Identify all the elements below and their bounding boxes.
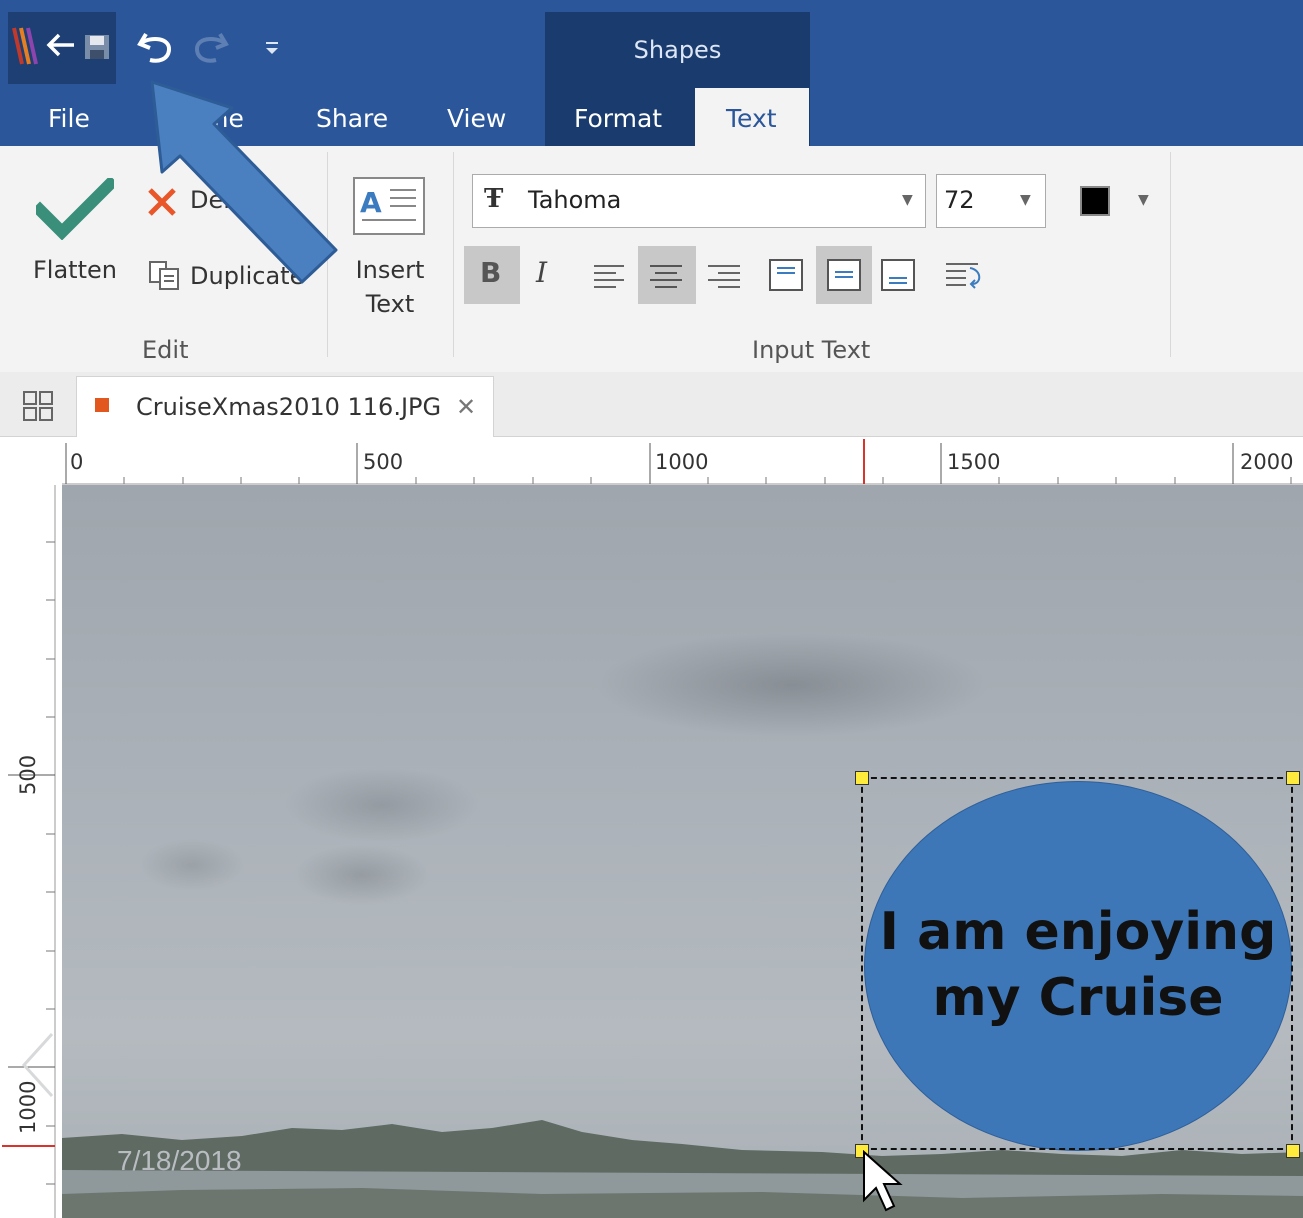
undo-icon[interactable] — [136, 28, 176, 66]
resize-handle[interactable] — [1286, 1144, 1300, 1158]
input-text-group-label: Input Text — [752, 336, 871, 364]
tab-text[interactable]: Text — [726, 104, 777, 133]
valign-top-icon[interactable] — [768, 258, 804, 294]
ribbon-separator — [1170, 152, 1171, 357]
italic-button[interactable]: I — [536, 256, 547, 289]
save-icon[interactable] — [82, 32, 112, 62]
resize-handle[interactable] — [855, 771, 869, 785]
align-center-icon[interactable] — [648, 260, 684, 292]
document-marker-icon — [95, 398, 109, 412]
tab-format[interactable]: Format — [574, 104, 662, 133]
chevron-left-icon[interactable] — [18, 1030, 58, 1100]
ruler-label-1500: 1500 — [947, 450, 1001, 474]
back-arrow-icon[interactable] — [44, 30, 78, 60]
selection-box[interactable] — [861, 777, 1293, 1150]
flatten-button[interactable]: Flatten — [33, 256, 117, 284]
ruler-label-1000: 1000 — [655, 450, 709, 474]
close-icon[interactable]: ✕ — [456, 393, 476, 421]
align-right-icon[interactable] — [706, 260, 742, 292]
insert-text-button-line2[interactable]: Text — [355, 290, 425, 318]
vruler-label-500: 500 — [16, 754, 40, 795]
chevron-down-icon[interactable]: ▼ — [1138, 192, 1149, 208]
mouse-cursor-icon — [863, 1150, 903, 1212]
tab-view[interactable]: View — [447, 104, 506, 133]
slide-date: 7/18/2018 — [117, 1145, 242, 1176]
font-size-value: 72 — [944, 186, 975, 214]
ruler-label-0: 0 — [70, 450, 84, 474]
chevron-down-icon[interactable]: ▼ — [1020, 192, 1031, 208]
insert-text-button-line1[interactable]: Insert — [355, 256, 425, 284]
font-icon: Ŧ — [484, 184, 504, 214]
insert-text-icon: A — [353, 177, 425, 235]
redo-icon[interactable] — [190, 28, 230, 66]
edit-group-label: Edit — [142, 336, 189, 364]
svg-text:A: A — [360, 186, 382, 219]
ruler-label-500: 500 — [363, 450, 404, 474]
ribbon-separator — [453, 152, 454, 357]
valign-bottom-icon[interactable] — [880, 258, 916, 294]
document-tab-title[interactable]: CruiseXmas2010 116.JPG — [136, 393, 441, 421]
font-family-value: Tahoma — [528, 186, 622, 214]
check-icon — [36, 178, 114, 240]
annotation-arrow-icon — [150, 80, 338, 284]
chevron-down-icon[interactable]: ▼ — [902, 192, 913, 208]
wrap-text-icon[interactable] — [944, 258, 984, 294]
grid-view-icon[interactable] — [22, 390, 54, 422]
text-color-swatch[interactable] — [1080, 186, 1110, 216]
horizontal-ruler-ticks — [62, 439, 1303, 485]
bold-button[interactable]: B — [480, 256, 501, 289]
ruler-label-2000: 2000 — [1240, 450, 1294, 474]
tab-file[interactable]: File — [48, 104, 90, 133]
contextual-group-title: Shapes — [633, 36, 722, 64]
resize-handle[interactable] — [1286, 771, 1300, 785]
customize-qat-icon[interactable] — [262, 38, 282, 58]
app-logo-icon — [12, 27, 38, 65]
align-left-icon[interactable] — [592, 260, 628, 292]
valign-middle-icon[interactable] — [826, 258, 862, 294]
